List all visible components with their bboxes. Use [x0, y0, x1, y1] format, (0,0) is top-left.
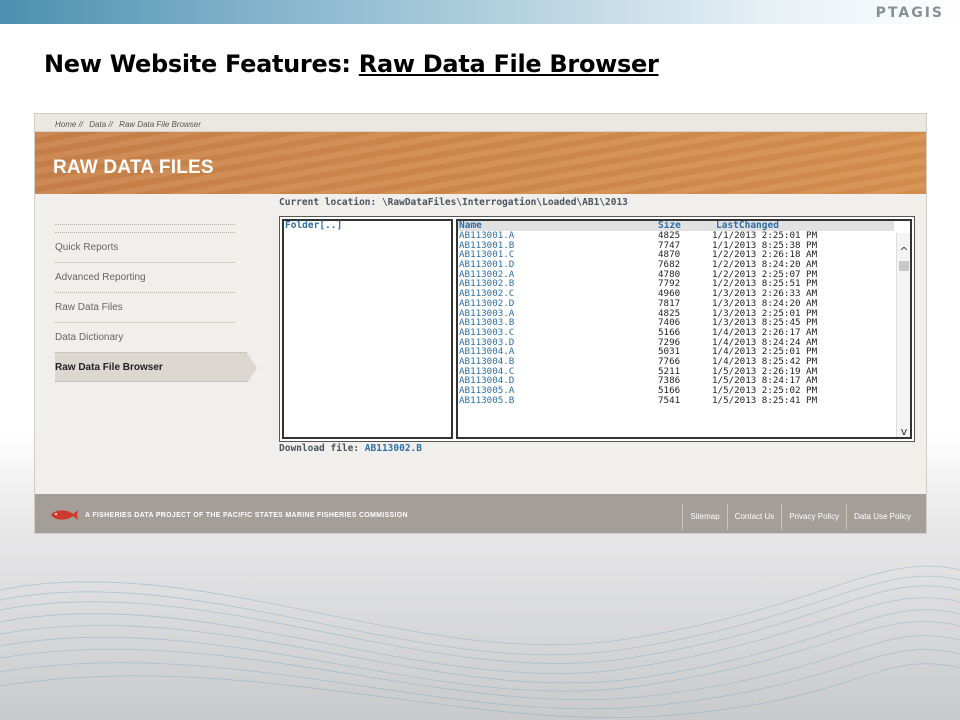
footer-tagline-org[interactable]: PACIFIC STATES MARINE FISHERIES COMMISSI… — [223, 512, 408, 519]
file-size: 7541 — [658, 394, 681, 406]
breadcrumb-bar: Home // Data // Raw Data File Browser — [35, 114, 926, 132]
sidebar-item-quick-reports[interactable]: Quick Reports — [55, 232, 235, 262]
download-file-link[interactable]: AB113002.B — [365, 443, 422, 454]
breadcrumb-current: Raw Data File Browser — [119, 120, 201, 129]
footer-link-data-use-policy[interactable]: Data Use Policy — [846, 504, 918, 530]
slide-title: New Website Features: Raw Data File Brow… — [44, 50, 659, 78]
page-title: RAW DATA FILES — [53, 157, 214, 178]
website-screenshot: Home // Data // Raw Data File Browser RA… — [34, 113, 927, 534]
fish-logo-icon — [51, 510, 78, 520]
breadcrumb-home[interactable]: Home // — [55, 120, 83, 129]
footer-links: Sitemap Contact Us Privacy Policy Data U… — [682, 504, 918, 530]
footer-link-contact-us[interactable]: Contact Us — [726, 504, 782, 530]
decorative-waves — [0, 565, 960, 719]
file-table: Name Size LastChanged AB113001.A 4825 1/1/… — [458, 221, 894, 405]
file-name[interactable]: AB113005.B — [458, 395, 658, 406]
slide-title-underlined: Raw Data File Browser — [358, 50, 659, 78]
ptagis-logo: PTAGIS — [875, 5, 944, 21]
site-footer: A FISHERIES DATA PROJECT OF THE PACIFIC … — [35, 494, 926, 533]
slide-top-band — [0, 0, 960, 24]
file-browser: Folder[..] Name Size LastChanged AB11300… — [279, 216, 915, 442]
current-location-path: \RawDataFiles\Interrogation\Loaded\AB1\2… — [381, 197, 628, 208]
folder-parent-link[interactable]: Folder[..] — [284, 221, 451, 231]
files-scrollbar[interactable]: ^ v — [896, 233, 910, 437]
folder-pane: Folder[..] — [282, 219, 453, 439]
footer-link-sitemap[interactable]: Sitemap — [682, 504, 726, 530]
footer-tagline-prefix: A FISHERIES DATA PROJECT OF THE — [85, 512, 223, 519]
download-label: Download file: — [279, 443, 365, 454]
slide-title-prefix: New Website Features: — [44, 50, 359, 78]
hero-banner: RAW DATA FILES — [35, 132, 926, 194]
sidebar-item-advanced-reporting[interactable]: Advanced Reporting — [55, 262, 235, 292]
scroll-up-icon[interactable]: ^ — [897, 245, 910, 259]
sidebar-item-raw-data-file-browser[interactable]: Raw Data File Browser — [55, 352, 257, 383]
current-location: Current location: \RawDataFiles\Interrog… — [279, 197, 628, 208]
sidebar-spacer — [55, 224, 235, 232]
table-row[interactable]: AB113005.B 7541 1/5/2013 8:25:41 PM — [458, 394, 894, 406]
files-pane: Name Size LastChanged AB113001.A 4825 1/1/… — [456, 219, 912, 439]
file-lastchanged: 1/5/2013 8:25:41 PM — [712, 394, 818, 406]
footer-link-privacy-policy[interactable]: Privacy Policy — [781, 504, 846, 530]
scroll-down-icon[interactable]: v — [897, 425, 910, 437]
current-location-label: Current location: — [279, 197, 382, 208]
sidebar-item-data-dictionary[interactable]: Data Dictionary — [55, 322, 235, 352]
file-table-body: AB113001.A 4825 1/1/2013 2:25:01 PM AB11300… — [458, 231, 894, 405]
scrollbar-thumb[interactable] — [899, 261, 909, 271]
download-file: Download file: AB113002.B — [279, 443, 422, 454]
breadcrumb-data[interactable]: Data // — [89, 120, 113, 129]
footer-tagline: A FISHERIES DATA PROJECT OF THE PACIFIC … — [85, 512, 408, 519]
sidebar: Quick Reports Advanced Reporting Raw Dat… — [55, 224, 257, 383]
breadcrumb: Home // Data // Raw Data File Browser — [55, 120, 205, 129]
sidebar-item-raw-data-files[interactable]: Raw Data Files — [55, 292, 235, 322]
